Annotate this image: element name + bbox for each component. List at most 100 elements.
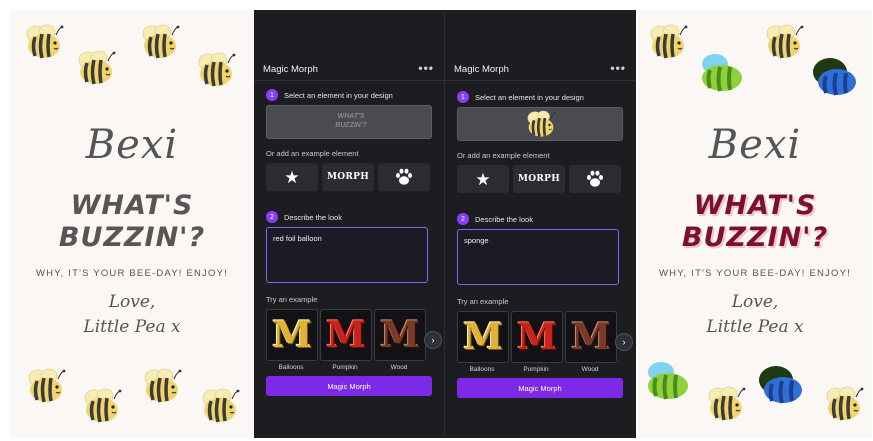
try-example-label: Try an example — [457, 297, 509, 306]
step-number: 1 — [266, 89, 278, 101]
morph-text-sample: MORPH — [326, 172, 370, 182]
balloon-letter: M — [272, 314, 312, 356]
sponge-bee-sticker — [811, 56, 856, 96]
step-label: Select an element in your design — [284, 90, 393, 100]
sponge-bee-sticker — [646, 360, 690, 400]
tagline: WHY, IT'S YOUR BEE-DAY! ENJOY! — [659, 268, 851, 279]
style-thumbnail: M — [565, 311, 617, 363]
pumpkin-letter: M — [517, 316, 557, 358]
style-caption: Balloons — [469, 366, 495, 373]
style-thumbnail: M — [266, 309, 318, 361]
panel-header: Magic Morph ••• — [254, 10, 444, 80]
signature: Little Pea x — [706, 317, 804, 337]
example-text-button[interactable]: MORPH — [322, 163, 374, 191]
example-paw-button[interactable] — [569, 165, 621, 193]
bee-sticker — [201, 388, 242, 424]
closing: Love, — [731, 292, 779, 312]
paw-icon — [396, 168, 412, 185]
next-arrow-button[interactable]: › — [424, 331, 442, 349]
bee-sticker — [143, 368, 184, 404]
style-wood[interactable]: M Wood — [374, 309, 426, 371]
step-select-element: 1 Select an element in your design — [266, 89, 393, 101]
headline-line1: WHAT'S — [70, 190, 194, 221]
step-select-element: 1 Select an element in your design — [457, 91, 584, 103]
recipient-name: Bexi — [85, 122, 179, 168]
panel-header: Magic Morph ••• — [445, 10, 636, 80]
style-caption: Wood — [581, 366, 599, 373]
bee-thumbnail — [526, 110, 558, 138]
selected-text-thumbnail: WHAT'S BUZZIN'? — [335, 113, 367, 129]
divider — [445, 80, 636, 81]
bee-sticker — [707, 386, 748, 422]
more-options-icon[interactable]: ••• — [418, 61, 434, 75]
style-pumpkin[interactable]: M Pumpkin — [511, 311, 563, 373]
selected-element-preview[interactable] — [457, 107, 623, 141]
style-examples: M Balloons M Pumpkin M Wood — [457, 311, 617, 373]
sponge-bee-sticker — [757, 364, 802, 404]
style-caption: Pumpkin — [523, 366, 549, 373]
describe-look-input[interactable]: red foil balloon — [266, 227, 428, 283]
magic-morph-button[interactable]: Magic Morph — [457, 378, 623, 398]
closing: Love, — [108, 292, 156, 312]
magic-morph-panel-image: Magic Morph ••• 1 Select an element in y… — [445, 10, 636, 438]
balloon-letter: M — [463, 316, 503, 358]
magic-morph-panel-text: Magic Morph ••• 1 Select an element in y… — [254, 10, 445, 438]
wood-letter: M — [571, 316, 611, 358]
example-star-button[interactable]: ★ — [266, 163, 318, 191]
style-wood[interactable]: M Wood — [565, 311, 617, 373]
style-pumpkin[interactable]: M Pumpkin — [320, 309, 372, 371]
paw-icon — [587, 170, 603, 187]
step-number: 2 — [266, 211, 278, 223]
style-balloons[interactable]: M Balloons — [457, 311, 509, 373]
bee-sticker — [141, 24, 182, 60]
magic-morph-button[interactable]: Magic Morph — [266, 376, 432, 396]
bee-sticker — [25, 24, 66, 60]
next-arrow-button[interactable]: › — [615, 333, 633, 351]
headline-line2: BUZZIN'? — [681, 222, 829, 253]
step-label: Select an element in your design — [475, 92, 584, 102]
style-caption: Balloons — [278, 364, 304, 371]
divider — [254, 80, 444, 81]
example-text-button[interactable]: MORPH — [513, 165, 565, 193]
selected-element-preview[interactable]: WHAT'S BUZZIN'? — [266, 105, 432, 139]
design-preview-morphed: Bexi WHAT'S BUZZIN'? WHY, IT'S YOUR BEE-… — [638, 10, 872, 438]
bee-sticker — [825, 386, 866, 422]
step-label: Describe the look — [284, 212, 342, 222]
style-caption: Wood — [390, 364, 408, 371]
bee-sticker — [197, 52, 238, 88]
style-thumbnail: M — [511, 311, 563, 363]
step-number: 1 — [457, 91, 469, 103]
headline-line1: WHAT'S — [693, 190, 817, 221]
panel-title: Magic Morph — [263, 64, 318, 75]
step-label: Describe the look — [475, 214, 533, 224]
more-options-icon[interactable]: ••• — [610, 61, 626, 75]
example-star-button[interactable]: ★ — [457, 165, 509, 193]
pumpkin-letter: M — [326, 314, 366, 356]
design-preview-original: Bexi WHAT'S BUZZIN'? WHY, IT'S YOUR BEE-… — [10, 10, 254, 438]
style-balloons[interactable]: M Balloons — [266, 309, 318, 371]
panel-title: Magic Morph — [454, 64, 509, 75]
star-icon: ★ — [475, 169, 491, 189]
add-example-label: Or add an example element — [266, 149, 359, 158]
tagline: WHY, IT'S YOUR BEE-DAY! ENJOY! — [36, 268, 228, 279]
describe-look-input[interactable]: sponge — [457, 229, 619, 285]
recipient-name: Bexi — [708, 122, 802, 168]
style-examples: M Balloons M Pumpkin M Wood — [266, 309, 426, 371]
star-icon: ★ — [284, 167, 300, 187]
style-thumbnail: M — [457, 311, 509, 363]
bee-sticker — [765, 24, 806, 60]
wood-letter: M — [380, 314, 420, 356]
step-describe-look: 2 Describe the look — [457, 213, 533, 225]
step-number: 2 — [457, 213, 469, 225]
try-example-label: Try an example — [266, 295, 318, 304]
example-paw-button[interactable] — [378, 163, 430, 191]
bee-sticker — [649, 24, 690, 60]
headline-line2: BUZZIN'? — [58, 222, 206, 253]
style-thumbnail: M — [374, 309, 426, 361]
style-thumbnail: M — [320, 309, 372, 361]
morph-text-sample: MORPH — [517, 174, 561, 184]
signature: Little Pea x — [83, 317, 181, 337]
add-example-label: Or add an example element — [457, 151, 550, 160]
bee-sticker — [83, 388, 124, 424]
bee-sticker — [27, 368, 68, 404]
